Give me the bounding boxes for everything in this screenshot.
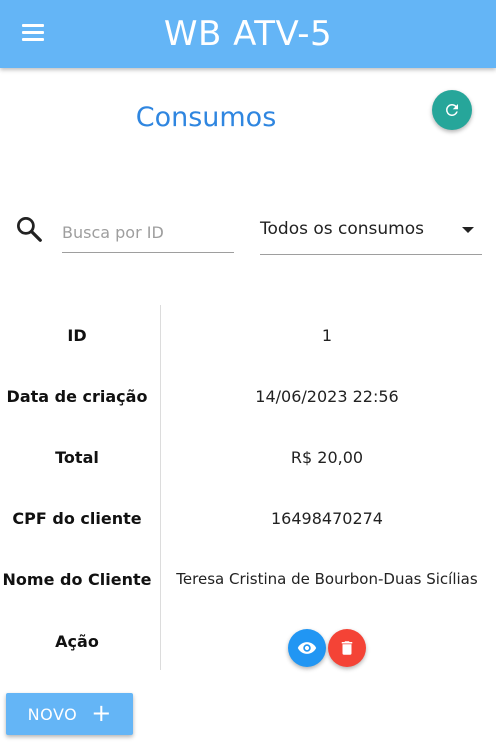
detail-value-id: 1 (321, 326, 333, 345)
detail-label-id: ID (67, 326, 87, 345)
delete-button[interactable] (328, 629, 366, 667)
filter-selected-value: Todos os consumos (260, 219, 424, 239)
trash-icon (341, 641, 353, 655)
search-input[interactable] (62, 212, 234, 253)
search-icon (17, 217, 42, 242)
detail-value-created-date: 14/06/2023 22:56 (255, 387, 399, 406)
detail-value-client-name: Teresa Cristina de Bourbon-Duas Sicílias (176, 570, 478, 588)
detail-label-created-date: Data de criação (6, 387, 148, 406)
column-divider (160, 305, 161, 670)
detail-label-client-cpf: CPF do cliente (12, 509, 142, 528)
consumption-filter-select[interactable]: Todos os consumos (260, 212, 482, 255)
app-bar: WB ATV-5 (0, 0, 496, 68)
detail-label-client-name: Nome do Cliente (2, 570, 152, 589)
detail-label-action: Ação (55, 632, 99, 651)
refresh-button[interactable] (432, 90, 472, 130)
page-title: Consumos (135, 102, 277, 133)
new-consumption-button[interactable]: NOVO + (6, 693, 133, 735)
chevron-down-icon (462, 227, 474, 233)
plus-icon: + (91, 699, 112, 727)
refresh-icon (445, 103, 458, 116)
detail-value-total: R$ 20,00 (290, 448, 364, 467)
detail-label-total: Total (55, 448, 99, 467)
detail-value-client-cpf: 16498470274 (271, 509, 383, 528)
new-button-label: NOVO (27, 704, 78, 724)
app-title: WB ATV-5 (163, 14, 333, 54)
view-button[interactable] (288, 629, 326, 667)
eye-icon (297, 642, 317, 654)
